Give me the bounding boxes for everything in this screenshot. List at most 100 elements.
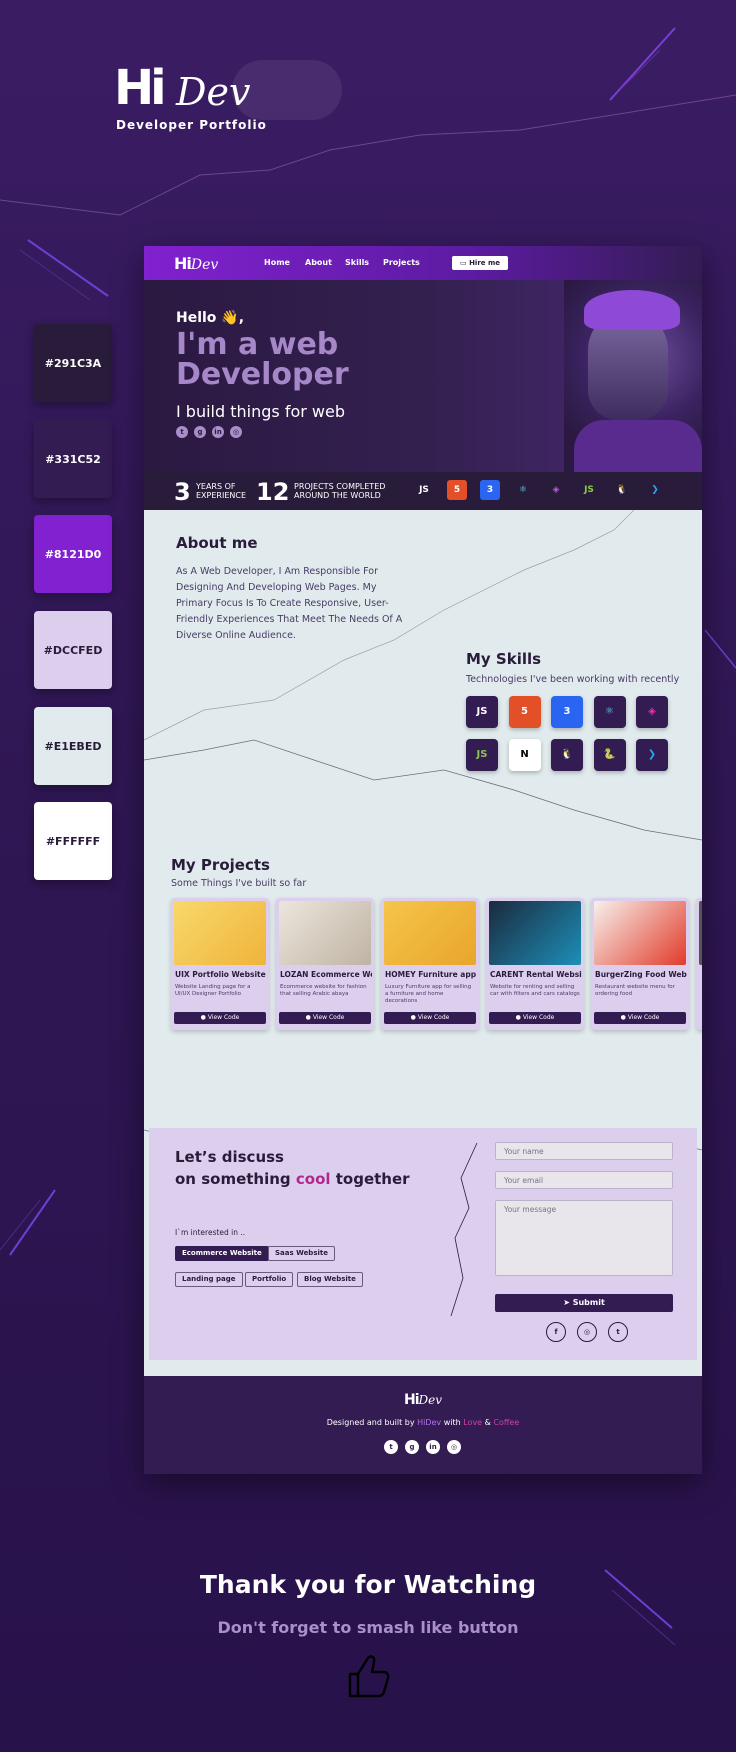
skills-title: My Skills [466,650,542,668]
palette-swatch: #DCCFED [34,611,112,689]
contact-heading-line1: Let’s discuss [175,1148,284,1166]
twitter-icon[interactable]: t [176,426,188,438]
css3-icon: 3 [551,696,583,728]
about-title: About me [176,534,258,552]
about-text: As A Web Developer, I Am Responsible For… [176,566,403,641]
nav-link-about[interactable]: About [305,258,332,267]
react-icon: ⚛ [518,485,528,495]
message-field[interactable]: Your message [495,1200,673,1276]
top-navbar: HiDev Home About Skills Projects ▭ Hire … [144,246,702,280]
graphql-icon: ◈ [636,696,668,728]
js-icon: JS [419,485,429,495]
project-title: HOMEY Furniture app [385,970,477,979]
hero-title: I'm a web Developer [176,327,349,392]
project-card: LOZAN Ecommerce Web Ecommerce website fo… [276,898,374,1030]
decorative-line [450,1142,478,1317]
github-icon[interactable]: g [194,426,206,438]
palette-swatch: #331C52 [34,420,112,498]
thumbs-up-icon[interactable] [342,1650,394,1702]
instagram-icon[interactable]: ◎ [447,1440,461,1454]
footer-credit: Designed and built by HiDev with Love & … [144,1418,702,1427]
hero-greeting: Hello 👋, [176,310,245,326]
stats-bar: 3 YEARS OF EXPERIENCE 12 PROJECTS COMPLET… [144,472,702,510]
hire-me-button[interactable]: ▭ Hire me [452,256,508,270]
chip-ecommerce-website[interactable]: Ecommerce Website [175,1246,269,1261]
view-code-label: View Code [312,1014,345,1021]
footer-with: with [441,1418,464,1427]
github-icon: ● [515,1014,523,1021]
contact-heading-cool: cool [295,1170,331,1188]
projects-title: My Projects [171,856,270,874]
nav-link-skills[interactable]: Skills [345,258,369,267]
view-code-button[interactable]: ● View Code [174,1012,266,1024]
chip-blog-website[interactable]: Blog Website [297,1272,363,1287]
view-code-label: View Code [627,1014,660,1021]
twitter-icon[interactable]: t [384,1440,398,1454]
github-icon[interactable]: g [405,1440,419,1454]
submit-button[interactable]: ➤ Submit [495,1294,673,1312]
facebook-icon[interactable]: f [546,1322,566,1342]
linkedin-icon[interactable]: in [426,1440,440,1454]
projects-count: 12 [256,478,290,506]
palette-swatch: #291C3A [34,324,112,402]
palette-swatch: #8121D0 [34,515,112,593]
nav-link-home[interactable]: Home [264,258,290,267]
project-card: CARENT Rental Website Website for rentin… [486,898,584,1030]
project-card: BurgerZing Food Website Restaurant websi… [591,898,689,1030]
project-description: Website for renting and selling car with… [490,984,580,997]
contact-heading-pre: on something [175,1170,296,1188]
view-code-label: View Code [207,1014,240,1021]
project-card: HOMEY Furniture app Luxury Furniture app… [381,898,479,1030]
github-icon: ● [410,1014,418,1021]
palette-swatch: #E1EBED [34,707,112,785]
footer-credit-pre: Designed and built by [326,1418,418,1427]
interested-label: I`m interested in .. [175,1228,246,1237]
chip-landing-page[interactable]: Landing page [175,1272,243,1287]
contact-section: Let’s discuss on something cool together… [149,1128,697,1360]
view-code-button[interactable]: ● View Code [489,1012,581,1024]
github-icon: ● [305,1014,313,1021]
instagram-icon[interactable]: ◎ [230,426,242,438]
project-title: CARENT Rental Website [490,970,582,979]
footer-love: Love [463,1418,483,1427]
smash-like-text: Don't forget to smash like button [217,1618,519,1637]
view-code-button[interactable]: ● View Code [594,1012,686,1024]
submit-label: Submit [572,1298,605,1307]
react-icon: ⚛ [593,696,626,728]
years-label-1: YEARS OF [196,482,236,491]
nav-logo[interactable]: HiDev [174,254,218,273]
email-field[interactable]: Your email [495,1171,673,1189]
hero-section: Hello 👋, I'm a web Developer I build thi… [144,280,702,472]
project-description: Website Landing page for a UI/UX Designe… [175,984,251,997]
chip-portfolio[interactable]: Portfolio [245,1272,294,1287]
html5-icon: 5 [508,696,541,728]
contact-heading-post: together [330,1170,410,1188]
twitter-icon[interactable]: t [608,1322,628,1342]
nav-link-projects[interactable]: Projects [383,258,420,267]
project-title: UIX Portfolio Website [175,970,266,979]
vscode-icon: ❯ [636,739,668,771]
years-label-2: EXPERIENCE [196,491,247,500]
nav-logo-dev: Dev [190,257,219,273]
github-icon: ● [620,1014,628,1021]
instagram-icon[interactable]: ◎ [577,1322,597,1342]
footer-logo: HiDev [404,1392,442,1408]
linkedin-icon[interactable]: in [212,426,224,438]
project-card: UIX Portfolio Website Website Landing pa… [171,898,269,1030]
projects-label-1: PROJECTS COMPLETED [294,482,386,491]
nav-logo-hi: Hi [174,254,192,273]
js-icon: JS [466,696,498,728]
project-thumbnail [489,901,581,965]
project-description: Ecommerce website for fashion that selli… [280,984,367,997]
brand-tagline: Developer Portfolio [116,118,267,132]
project-thumbnail [384,901,476,965]
project-title: LOZAN Ecommerce Web [280,970,372,979]
chip-saas-website[interactable]: Saas Website [268,1246,335,1261]
years-label: YEARS OF EXPERIENCE [196,482,246,500]
view-code-button[interactable]: ● View Code [279,1012,371,1024]
name-field[interactable]: Your name [495,1142,673,1160]
hero-portrait-image [564,280,702,472]
view-code-button[interactable]: ● View Code [384,1012,476,1024]
project-description: Restaurant website menu for ordering foo… [595,984,675,997]
project-title: BurgerZing Food Website [595,970,687,979]
